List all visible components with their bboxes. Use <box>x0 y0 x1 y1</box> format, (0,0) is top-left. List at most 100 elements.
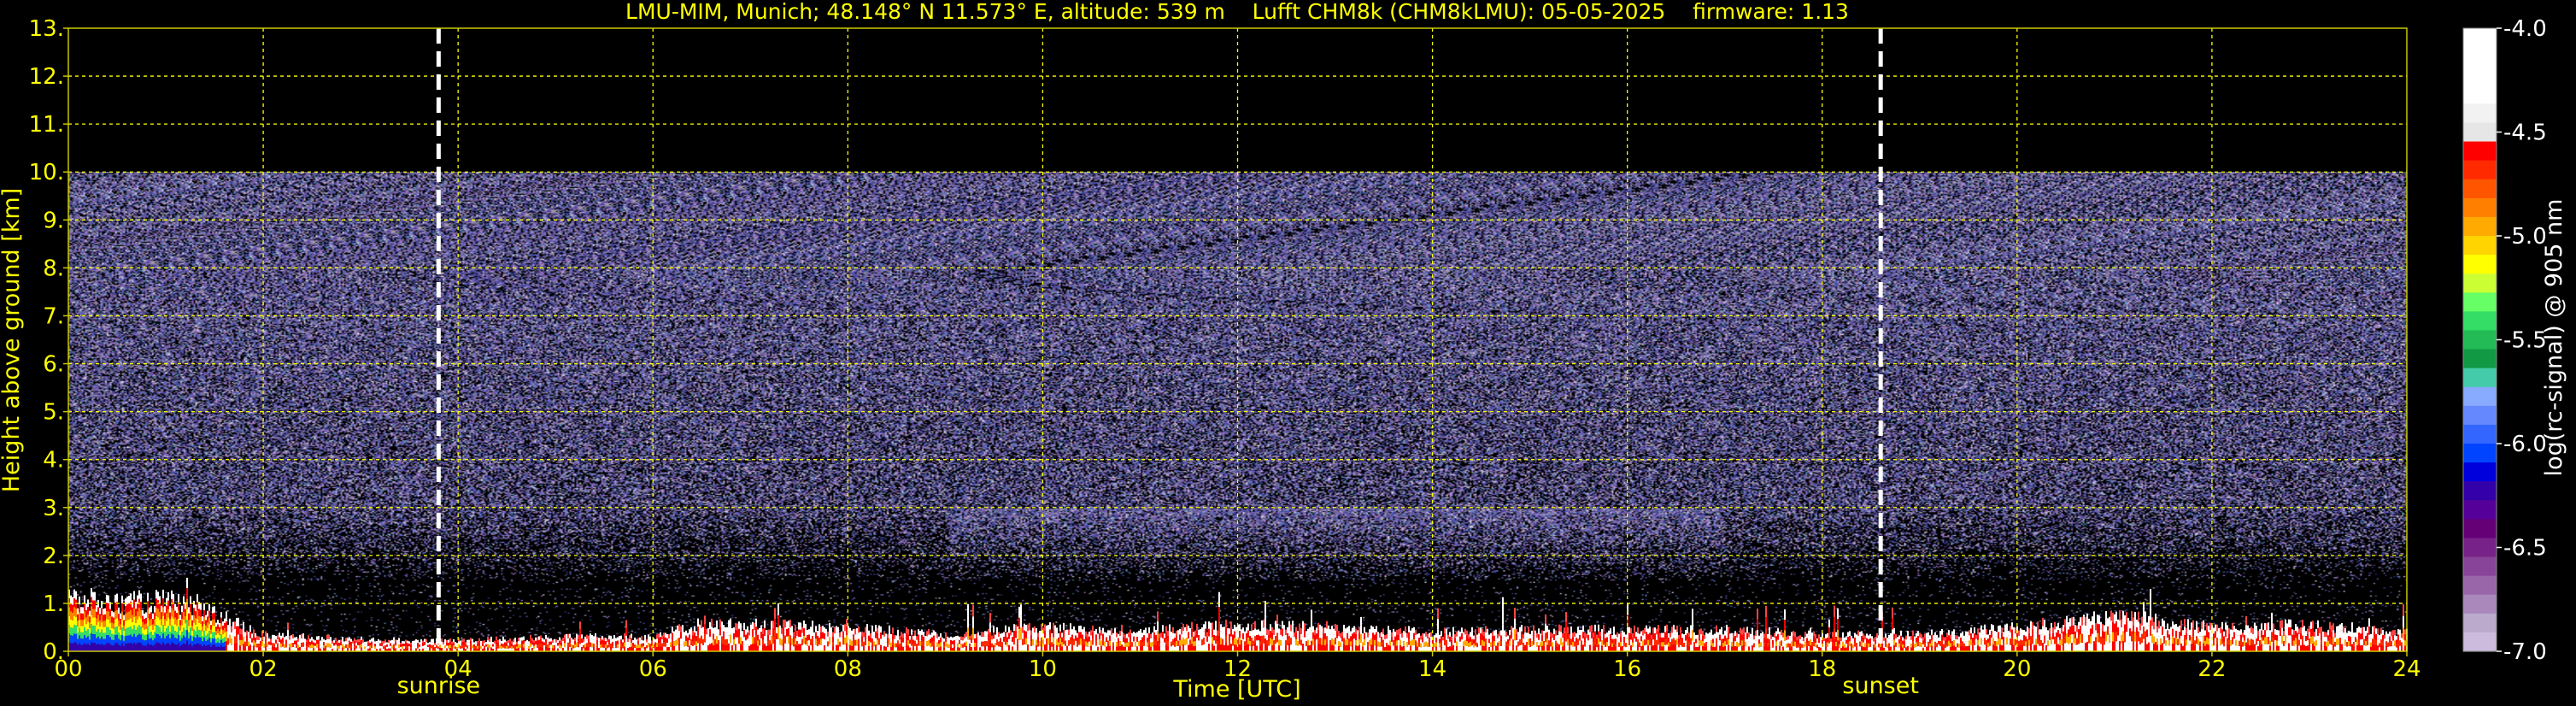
signal-cell <box>1222 644 1223 651</box>
signal-cell <box>1053 637 1054 644</box>
signal-cell <box>1965 646 1967 651</box>
signal-cell <box>212 613 214 621</box>
signal-cell <box>832 637 834 642</box>
signal-cell <box>718 640 719 646</box>
signal-cell <box>1958 640 1960 644</box>
signal-cell <box>817 631 819 637</box>
signal-cell <box>1275 644 1276 651</box>
signal-cell <box>171 590 173 599</box>
signal-cell <box>1992 638 1994 645</box>
signal-cell <box>1013 624 1015 632</box>
signal-cell <box>1324 639 1326 646</box>
signal-cell <box>1220 631 1222 638</box>
signal-cell <box>1328 625 1329 632</box>
signal-cell <box>569 646 571 651</box>
signal-cell <box>1774 632 1775 638</box>
signal-cell <box>559 637 560 641</box>
signal-cell <box>1979 641 1980 647</box>
signal-cell <box>1022 638 1024 645</box>
signal-cell <box>566 646 567 651</box>
signal-cell <box>1628 644 1630 651</box>
signal-cell <box>1849 636 1851 642</box>
signal-cell <box>542 644 543 649</box>
signal-cell <box>318 636 320 640</box>
signal-cell <box>1133 632 1135 637</box>
signal-cell <box>1608 640 1610 646</box>
signal-cell <box>595 646 596 651</box>
signal-cell <box>1661 637 1663 643</box>
signal-cell <box>142 627 144 634</box>
signal-cell <box>205 645 207 651</box>
signal-cell <box>1326 644 1328 651</box>
signal-cell <box>1967 631 1969 637</box>
signal-cell <box>1558 631 1560 638</box>
signal-cell <box>1938 637 1939 641</box>
signal-cell <box>73 607 75 616</box>
signal-cell <box>1015 644 1017 651</box>
signal-cell <box>1070 637 1071 644</box>
signal-cell <box>84 627 85 636</box>
signal-cell <box>993 626 995 632</box>
signal-cell <box>2006 630 2008 638</box>
signal-cell <box>936 642 938 647</box>
signal-cell <box>212 620 214 627</box>
signal-cell <box>1463 641 1464 647</box>
signal-cell <box>689 645 690 651</box>
signal-cell <box>1070 623 1071 631</box>
signal-cell <box>901 636 902 642</box>
signal-cell <box>1468 638 1470 644</box>
signal-cell <box>1543 641 1545 647</box>
signal-cell <box>236 618 238 627</box>
signal-cell <box>1523 638 1524 644</box>
signal-cell <box>1775 641 1777 647</box>
signal-cell <box>883 646 885 651</box>
signal-cell <box>270 644 272 649</box>
signal-cell <box>185 637 186 644</box>
signal-cell <box>1861 646 1863 651</box>
signal-cell <box>682 638 684 645</box>
signal-cell <box>414 640 415 644</box>
signal-cell <box>1174 638 1176 643</box>
signal-cell <box>1887 644 1888 649</box>
signal-cell <box>150 612 152 619</box>
signal-cell <box>1666 631 1668 638</box>
signal-cell <box>1808 645 1810 651</box>
signal-cell <box>728 643 730 651</box>
signal-cell <box>736 644 738 651</box>
signal-cell <box>1606 642 1608 647</box>
signal-cell <box>1490 646 1492 651</box>
signal-cell <box>111 633 113 640</box>
signal-cell <box>299 638 301 644</box>
signal-cell <box>1524 638 1526 645</box>
signal-cell <box>138 590 140 599</box>
signal-cell <box>1722 634 1724 639</box>
signal-cell <box>1037 646 1039 651</box>
signal-cell <box>1564 633 1565 640</box>
signal-cell <box>805 637 807 644</box>
signal-cell <box>1017 626 1018 633</box>
signal-cell <box>678 624 680 632</box>
signal-cell <box>1834 639 1835 651</box>
signal-cell <box>1693 641 1695 647</box>
signal-cell <box>803 644 805 651</box>
signal-cell <box>87 644 89 651</box>
signal-cell <box>251 646 253 651</box>
signal-cell <box>1781 629 1782 636</box>
signal-cell <box>1534 630 1536 636</box>
signal-cell <box>80 626 82 632</box>
signal-cell <box>1324 633 1326 640</box>
signal-cell <box>466 645 468 649</box>
signal-cell <box>369 639 371 643</box>
signal-cell <box>1061 632 1063 638</box>
signal-cell <box>1830 638 1832 642</box>
signal-cell <box>87 614 89 622</box>
signal-cell <box>402 646 403 650</box>
signal-cell <box>2078 636 2080 644</box>
signal-cell <box>1118 633 1119 638</box>
signal-cell <box>2035 638 2037 645</box>
signal-cell <box>1172 638 1174 645</box>
signal-cell <box>1798 639 1799 644</box>
signal-cell <box>465 644 466 647</box>
signal-cell <box>193 608 195 615</box>
signal-cell <box>1900 640 1902 646</box>
